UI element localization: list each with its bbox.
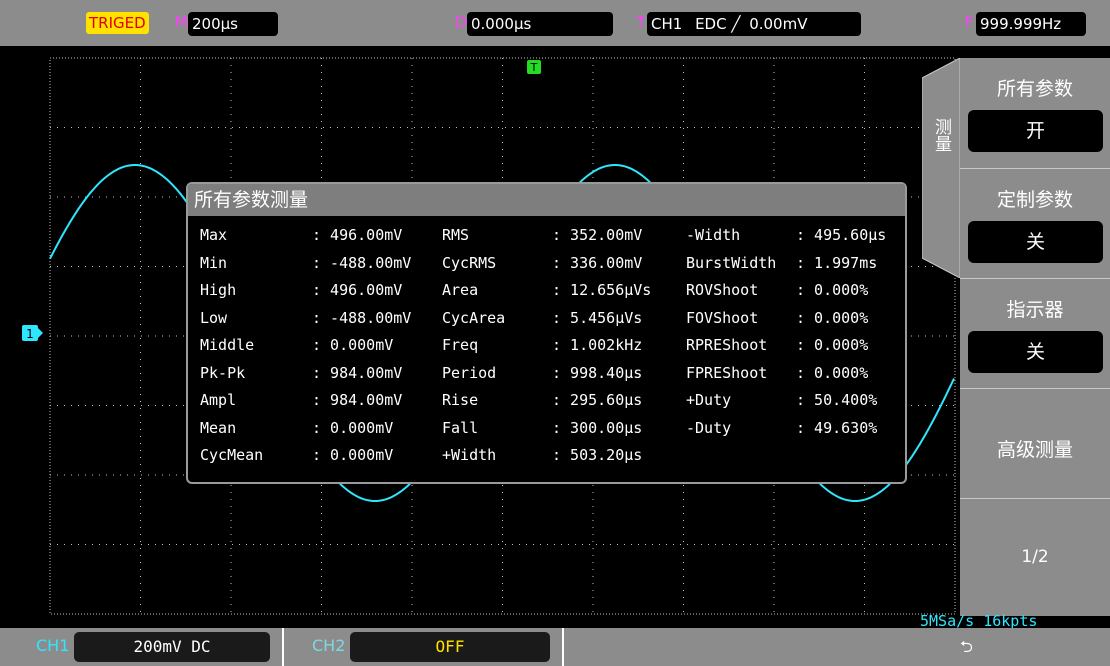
advanced-measure-label: 高级测量: [996, 439, 1073, 461]
measurement-value: : 503.20µs: [552, 446, 643, 464]
measurement-value: : 0.000%: [796, 308, 869, 327]
all-params-popup: 所有参数测量 Max : 496.00mV Min : -488.00mV High : …: [186, 182, 907, 484]
bar-divider: [282, 628, 284, 666]
ch1-marker-text: 1: [26, 327, 34, 341]
measurement-name: Freq: [442, 336, 479, 354]
measurement-value: : 0.000%: [796, 336, 869, 354]
frequency-value: 999.999Hz: [976, 12, 1086, 36]
measurement-name: BurstWidth: [686, 253, 777, 272]
bottom-channel-bar: CH1 200mV DC CH2 OFF ⮌: [0, 628, 1110, 666]
measurement-value: : 50.400%: [796, 391, 878, 409]
all-params-label: 所有参数: [996, 78, 1073, 100]
measurement-name: Middle: [200, 336, 255, 354]
menu-custom-params[interactable]: 定制参数 关: [960, 168, 1110, 278]
measurement-name: Low: [200, 308, 228, 327]
measurement-name: Min: [200, 253, 228, 272]
measurement-value: : 1.002kHz: [552, 336, 643, 354]
measurement-value: : 496.00mV: [312, 281, 403, 299]
measurement-name: Fall: [442, 418, 479, 437]
measurement-value: : 984.00mV: [312, 391, 403, 409]
measurement-value: : 5.456µVs: [552, 308, 643, 327]
measurement-value: : 336.00mV: [552, 253, 643, 272]
measurement-value: : 12.656µVs: [552, 281, 652, 299]
custom-params-value: 关: [968, 221, 1103, 263]
measurement-name: FPREShoot: [686, 363, 768, 382]
measurement-value: : 1.997ms: [796, 253, 878, 272]
measurement-value: : 496.00mV: [312, 226, 403, 244]
measurement-name: CycMean: [200, 446, 264, 464]
delay-value[interactable]: 0.000µs: [467, 12, 613, 36]
trigger-coupling: EDC: [695, 15, 727, 33]
delay-label: D: [455, 13, 467, 31]
measurement-name: ROVShoot: [686, 281, 759, 299]
menu-page-indicator: 1/2: [1021, 547, 1049, 567]
measurement-value: : 0.000mV: [312, 418, 394, 437]
bar-divider: [562, 628, 564, 666]
measurement-value: : 0.000mV: [312, 446, 394, 464]
measurement-name: Area: [442, 281, 479, 299]
measurement-value: : 0.000%: [796, 363, 869, 382]
measurement-value: : 352.00mV: [552, 226, 643, 244]
measurement-name: Rise: [442, 391, 479, 409]
timebase-label: M: [175, 13, 188, 31]
usb-icon: ⮌: [960, 637, 973, 656]
measurement-value: : 495.60µs: [796, 226, 887, 244]
measurement-value: : 49.630%: [796, 418, 878, 437]
menu-all-params[interactable]: 所有参数 开: [960, 58, 1110, 168]
trigger-source: CH1: [651, 15, 683, 33]
measurement-name: Mean: [200, 418, 237, 437]
softkey-menu: 所有参数 开 定制参数 关 指示器 关 高级测量 1/2: [960, 58, 1110, 616]
measurement-name: -Width: [686, 226, 741, 244]
trigger-status-badge: TRIGED: [86, 12, 149, 34]
ch1-marker-arrow: [38, 328, 43, 338]
ch2-label: CH2: [312, 636, 346, 655]
measurement-value: : -488.00mV: [312, 308, 412, 327]
all-params-value: 开: [968, 110, 1103, 152]
measurement-name: +Width: [442, 446, 497, 464]
menu-advanced-measure[interactable]: 高级测量: [960, 388, 1110, 498]
custom-params-label: 定制参数: [996, 189, 1073, 211]
measurement-value: : 0.000mV: [312, 336, 394, 354]
trigger-label: T: [636, 13, 646, 31]
measurement-name: RPREShoot: [686, 336, 768, 354]
trigger-settings[interactable]: CH1 EDC ╱ 0.00mV: [647, 12, 861, 36]
ch2-setting[interactable]: OFF: [350, 632, 550, 662]
trigger-level: 0.00mV: [749, 15, 808, 33]
measurement-name: Pk-Pk: [200, 363, 246, 382]
menu-page[interactable]: 1/2: [960, 498, 1110, 616]
measurement-value: : 998.40µs: [552, 363, 643, 382]
measurement-value: : 0.000%: [796, 281, 869, 299]
measurement-name: Ampl: [200, 391, 237, 409]
timebase-value[interactable]: 200µs: [188, 12, 278, 36]
measurement-value: : 300.00µs: [552, 418, 643, 437]
measurement-name: -Duty: [686, 418, 732, 437]
measurement-name: RMS: [442, 226, 470, 244]
top-status-bar: TRIGED M 200µs D 0.000µs T CH1 EDC ╱ 0.0…: [0, 0, 1110, 46]
measurement-name: High: [200, 281, 237, 299]
trigger-marker-text: T: [530, 61, 538, 74]
measurement-name: Max: [200, 226, 228, 244]
rising-edge-icon: ╱: [731, 15, 741, 33]
frequency-label: F: [965, 13, 974, 31]
menu-tab[interactable]: [922, 58, 962, 278]
ch1-setting[interactable]: 200mV DC: [74, 632, 270, 662]
measurement-name: +Duty: [686, 391, 732, 409]
menu-indicator[interactable]: 指示器 关: [960, 278, 1110, 388]
measurement-value: : -488.00mV: [312, 253, 412, 272]
measurement-name: Period: [442, 363, 497, 382]
measurement-name: FOVShoot: [686, 308, 759, 327]
measurement-name: CycArea: [442, 308, 506, 327]
ch1-label: CH1: [36, 636, 70, 655]
measurement-value: : 984.00mV: [312, 363, 403, 382]
indicator-label: 指示器: [1006, 299, 1064, 321]
measurement-name: CycRMS: [442, 253, 497, 272]
indicator-value: 关: [968, 331, 1103, 373]
popup-title: 所有参数测量: [188, 184, 905, 216]
menu-tab-label: 测量: [931, 118, 951, 152]
measurement-value: : 295.60µs: [552, 391, 643, 409]
